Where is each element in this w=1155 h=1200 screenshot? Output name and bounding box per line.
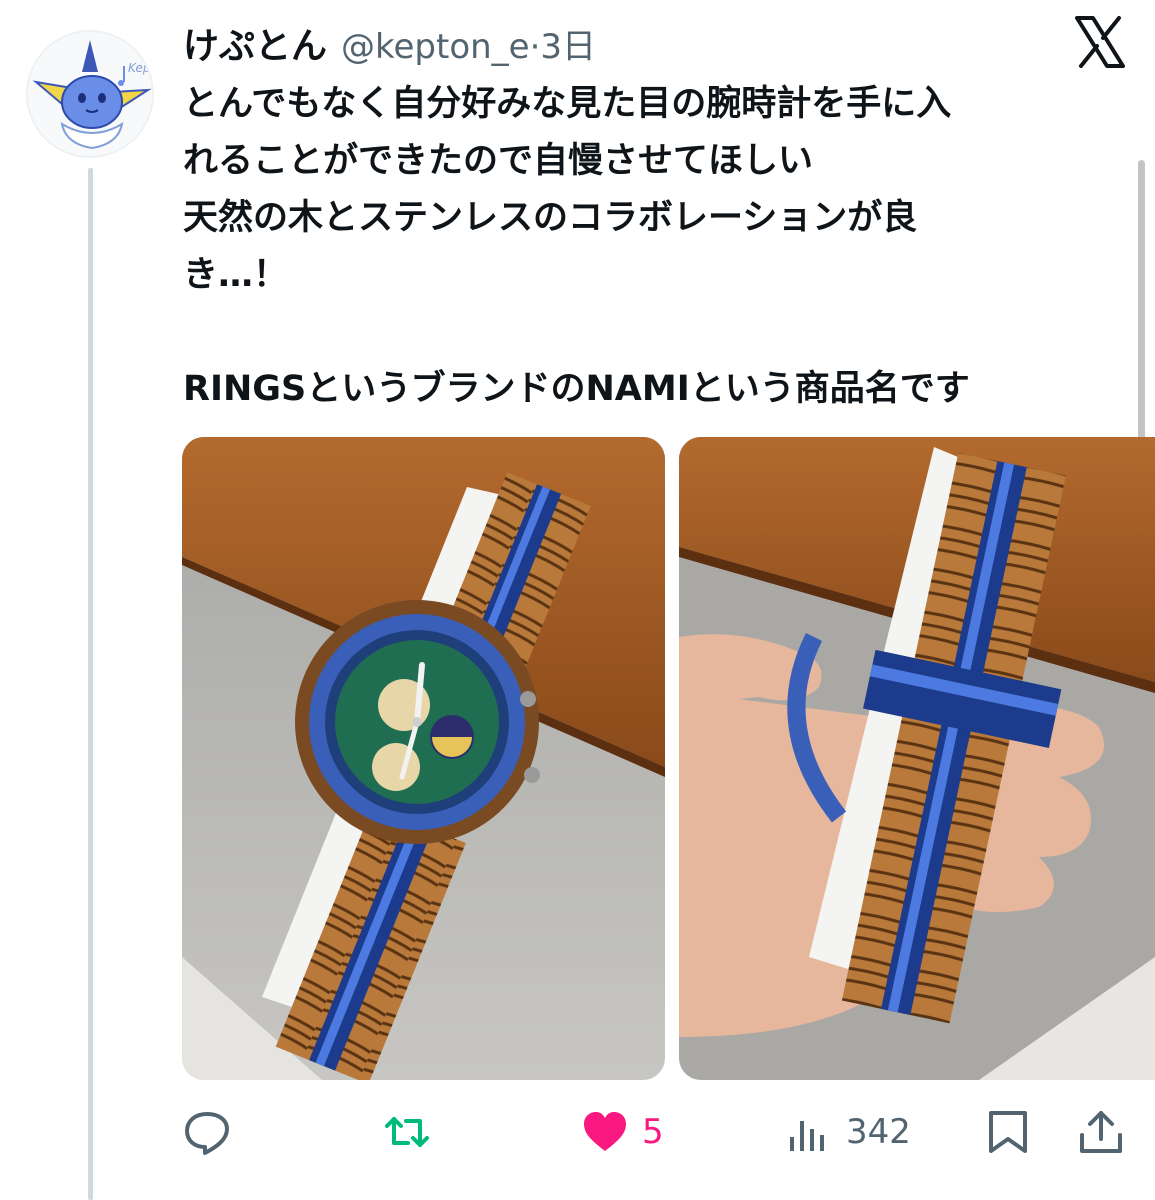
timestamp[interactable]: 3日 bbox=[540, 27, 596, 67]
thread-connector-line bbox=[88, 168, 93, 1200]
watch-dial-photo bbox=[182, 437, 665, 1080]
tweet-action-bar: 5 342 bbox=[0, 1100, 1155, 1164]
views-button[interactable]: 342 bbox=[786, 1100, 911, 1164]
like-button[interactable]: 5 bbox=[582, 1100, 664, 1164]
svg-text:Kep: Kep bbox=[128, 61, 151, 75]
separator: · bbox=[529, 26, 541, 67]
bookmark-button[interactable] bbox=[985, 1100, 1031, 1164]
avatar[interactable]: Kep bbox=[26, 30, 154, 158]
tweet-text-line: れることができたので自慢させてほしい bbox=[183, 141, 814, 181]
avatar-image: Kep bbox=[28, 32, 152, 156]
tweet-text-line: 天然の木とステンレスのコラボレーションが良 bbox=[183, 198, 918, 238]
tweet-photo-1[interactable] bbox=[182, 437, 665, 1080]
share-icon bbox=[1080, 1111, 1122, 1153]
share-button[interactable] bbox=[1078, 1100, 1124, 1164]
tweet-text-line: き…！ bbox=[183, 255, 289, 295]
reply-icon bbox=[185, 1112, 229, 1155]
reply-button[interactable] bbox=[184, 1100, 244, 1164]
heart-icon bbox=[584, 1112, 626, 1151]
display-name[interactable]: けぷとん bbox=[183, 17, 327, 69]
views-icon bbox=[790, 1121, 824, 1151]
handle-text[interactable]: @kepton_e bbox=[341, 27, 530, 67]
tweet-text-line: とんでもなく自分好みな見た目の腕時計を手に入 bbox=[183, 84, 952, 124]
x-logo-icon bbox=[1075, 16, 1125, 68]
user-handle[interactable]: @kepton_e·3日 bbox=[341, 19, 596, 68]
tweet-text-line: RINGSというブランドのNAMIという商品名です bbox=[183, 369, 970, 409]
tweet-photo-2[interactable] bbox=[679, 437, 1155, 1080]
retweet-icon bbox=[385, 1117, 429, 1147]
tweet-text-line bbox=[183, 304, 1113, 361]
like-count: 5 bbox=[642, 1112, 664, 1152]
views-count: 342 bbox=[846, 1112, 911, 1152]
bookmark-icon bbox=[989, 1111, 1027, 1153]
retweet-button[interactable] bbox=[384, 1100, 444, 1164]
tweet-header: けぷとん @kepton_e·3日 bbox=[183, 18, 596, 68]
watch-band-photo bbox=[679, 437, 1155, 1080]
tweet-text: とんでもなく自分好みな見た目の腕時計を手に入 れることができたので自慢させてほし… bbox=[183, 76, 1113, 418]
